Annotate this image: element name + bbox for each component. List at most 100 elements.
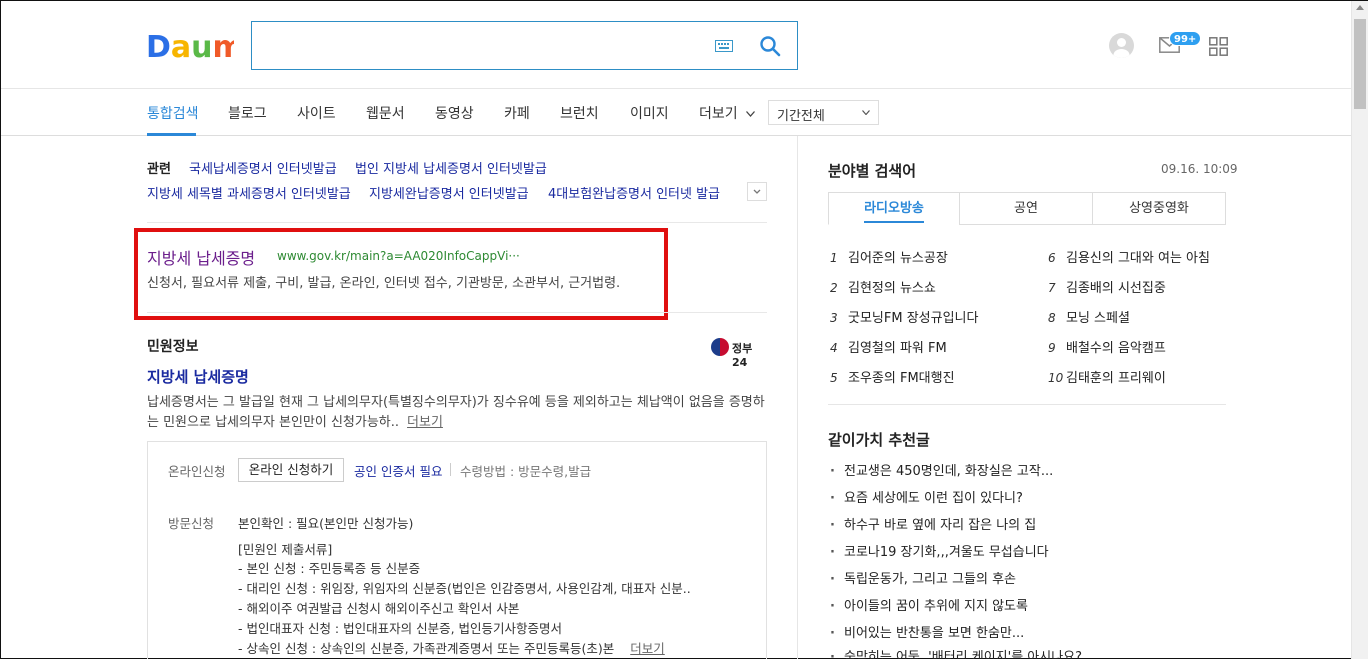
related-link[interactable]: 지방세 세목별 과세증명서 인터넷발급 — [147, 183, 351, 202]
tab-site[interactable]: 사이트 — [297, 103, 336, 123]
rank-item[interactable]: 9 배철수의 음악캠프 — [1048, 337, 1166, 356]
visit-apply-label: 방문신청 — [168, 516, 215, 531]
rank-item[interactable]: 10 김태훈의 프리웨이 — [1048, 367, 1166, 386]
rank-number: 10 — [1048, 371, 1064, 385]
rank-label: 김영철의 파워 FM — [848, 341, 947, 356]
rank-number: 8 — [1048, 311, 1056, 325]
related-link[interactable]: 법인 지방세 납세증명서 인터넷발급 — [355, 158, 547, 177]
recommend-item[interactable]: 요즘 세상에도 이런 집이 있다니? — [830, 487, 1023, 506]
search-input[interactable] — [262, 30, 702, 61]
recommend-title: 같이가치 추천글 — [828, 431, 930, 449]
tab-more[interactable]: 더보기 — [699, 103, 756, 123]
tab-blog[interactable]: 블로그 — [228, 103, 267, 123]
tab-more-label: 더보기 — [699, 106, 738, 122]
certificate-link[interactable]: 공인 인증서 필요 — [354, 461, 442, 480]
visit-line: - 대리인 신청 : 위임장, 위임자의 신분증(법인은 인감증명서, 사용인감… — [238, 581, 691, 596]
rank-label: 김현정의 뉴스쇼 — [848, 281, 936, 296]
recommend-item[interactable]: 전교생은 450명인데, 화장실은 고작... — [830, 460, 1053, 479]
recommend-item[interactable]: 아이들의 꿈이 추위에 지지 않도록 — [830, 595, 1028, 614]
tab-image[interactable]: 이미지 — [630, 103, 669, 123]
rank-number: 3 — [830, 311, 838, 325]
rank-item[interactable]: 1 김어준의 뉴스공장 — [830, 247, 948, 266]
scroll-up-arrow-icon[interactable] — [1356, 5, 1364, 10]
category-keywords-title: 분야별 검색어 — [828, 162, 917, 180]
gov24-label: 정부24 — [732, 342, 753, 369]
rank-label: 김용신의 그대와 여는 아침 — [1066, 251, 1210, 266]
gov24-logo: 정부24 — [711, 338, 767, 369]
taegeuk-icon — [711, 338, 729, 356]
tab-performance-label: 공연 — [1014, 201, 1038, 216]
online-apply-button[interactable]: 온라인 신청하기 — [238, 458, 344, 482]
visit-line: - 해외이주 여권발급 신청시 해외이주신고 확인서 사본 — [238, 601, 520, 616]
related-link[interactable]: 국세납세증명서 인터넷발급 — [189, 158, 337, 177]
visit-line: - 본인 신청 : 주민등록증 등 신분증 — [238, 561, 421, 576]
related-link[interactable]: 4대보험완납증명서 인터넷 발급 — [548, 183, 720, 202]
more-link[interactable]: 더보기 — [407, 415, 443, 430]
rank-number: 5 — [830, 371, 838, 385]
rank-label: 김어준의 뉴스공장 — [848, 251, 948, 266]
rank-number: 6 — [1048, 251, 1056, 265]
recommend-item[interactable]: 숨막히는 어둠, '배터리 케이지'를 아시나요? — [830, 646, 1082, 659]
result-url[interactable]: www.gov.kr/main?a=AA020InfoCappVi··· — [277, 249, 520, 263]
divider — [147, 312, 767, 313]
search-icon[interactable] — [759, 35, 781, 57]
tab-cafe[interactable]: 카페 — [504, 103, 530, 123]
scrollbar[interactable] — [1351, 1, 1368, 659]
rank-item[interactable]: 8 모닝 스페셜 — [1048, 307, 1130, 326]
visit-line: - 상속인 신청 : 상속인의 신분증, 가족관계증명서 또는 주민등록등(초)… — [238, 641, 615, 656]
visit-line: - 법인대표자 신청 : 법인대표자의 신분증, 법인등기사항증명서 — [238, 621, 563, 636]
related-expand-button[interactable] — [747, 182, 767, 201]
civil-title[interactable]: 지방세 납세증명 — [147, 366, 249, 387]
recommend-item[interactable]: 하수구 바로 옆에 자리 잡은 나의 집 — [830, 514, 1036, 533]
result-title[interactable]: 지방세 납세증명 — [147, 245, 255, 269]
civil-section-title: 민원정보 — [147, 339, 199, 355]
visit-line: [민원인 제출서류] — [238, 542, 333, 557]
rank-item[interactable]: 4 김영철의 파워 FM — [830, 337, 947, 356]
tab-radio[interactable]: 라디오방송 — [828, 192, 960, 225]
apps-grid-icon[interactable] — [1209, 37, 1228, 56]
visit-more-link[interactable]: 더보기 — [630, 641, 665, 656]
tab-brunch[interactable]: 브런치 — [560, 103, 599, 123]
user-avatar-icon[interactable] — [1109, 33, 1134, 58]
civil-description-text: 납세증명서는 그 발급일 현재 그 납세의무자(특별징수의무자)가 징수유예 등… — [147, 395, 765, 430]
tab-performance[interactable]: 공연 — [959, 192, 1093, 225]
rank-item[interactable]: 6 김용신의 그대와 여는 아침 — [1048, 247, 1210, 266]
update-time: 09.16. 10:09 — [1161, 162, 1238, 176]
tab-video[interactable]: 동영상 — [435, 103, 474, 123]
recommend-item[interactable]: 코로나19 장기화,,,겨울도 무섭습니다 — [830, 541, 1049, 560]
recommend-item[interactable]: 독립운동가, 그리고 그들의 후손 — [830, 568, 1016, 587]
search-tabs: 통합검색 블로그 사이트 웹문서 동영상 카페 브런치 이미지 더보기 기간전체 — [1, 89, 1351, 136]
rank-item[interactable]: 5 조우종의 FM대행진 — [830, 367, 955, 386]
search-box — [251, 21, 798, 70]
result-description: 신청서, 필요서류 제출, 구비, 발급, 온라인, 인터넷 접수, 기관방문,… — [147, 276, 621, 291]
rank-label: 모닝 스페셜 — [1066, 311, 1130, 326]
tab-radio-label: 라디오방송 — [864, 201, 924, 223]
period-select[interactable]: 기간전체 — [768, 100, 879, 125]
tab-all[interactable]: 통합검색 — [147, 103, 199, 123]
rank-label: 조우종의 FM대행진 — [848, 371, 955, 386]
rank-item[interactable]: 3 굿모닝FM 장성규입니다 — [830, 307, 978, 326]
scroll-thumb[interactable] — [1354, 19, 1366, 109]
chevron-down-icon — [746, 111, 756, 117]
rank-number: 1 — [830, 251, 838, 265]
divider — [147, 222, 767, 223]
rank-item[interactable]: 2 김현정의 뉴스쇼 — [830, 277, 936, 296]
rank-number: 2 — [830, 281, 838, 295]
divider — [828, 404, 1226, 405]
period-select-value: 기간전체 — [777, 109, 825, 124]
visit-line: 본인확인 : 필요(본인만 신청가능) — [238, 516, 414, 531]
related-link[interactable]: 지방세완납증명서 인터넷발급 — [369, 183, 529, 202]
daum-logo[interactable]: Daum — [146, 27, 234, 63]
receive-method: 수령방법 : 방문수령,발급 — [460, 464, 592, 479]
separator — [450, 463, 451, 476]
tab-webdoc[interactable]: 웹문서 — [366, 103, 405, 123]
rank-label: 굿모닝FM 장성규입니다 — [848, 311, 979, 326]
rank-label: 김태훈의 프리웨이 — [1066, 371, 1166, 386]
rank-item[interactable]: 7 김종배의 시선집중 — [1048, 277, 1166, 296]
keyboard-icon[interactable] — [715, 40, 733, 52]
tab-movies[interactable]: 상영중영화 — [1092, 192, 1226, 225]
rank-number: 9 — [1048, 341, 1056, 355]
online-apply-label: 온라인신청 — [168, 464, 226, 479]
recommend-item[interactable]: 비어있는 반찬통을 보면 한숨만... — [830, 622, 1024, 641]
civil-description: 납세증명서는 그 발급일 현재 그 납세의무자(특별징수의무자)가 징수유예 등… — [147, 393, 769, 433]
